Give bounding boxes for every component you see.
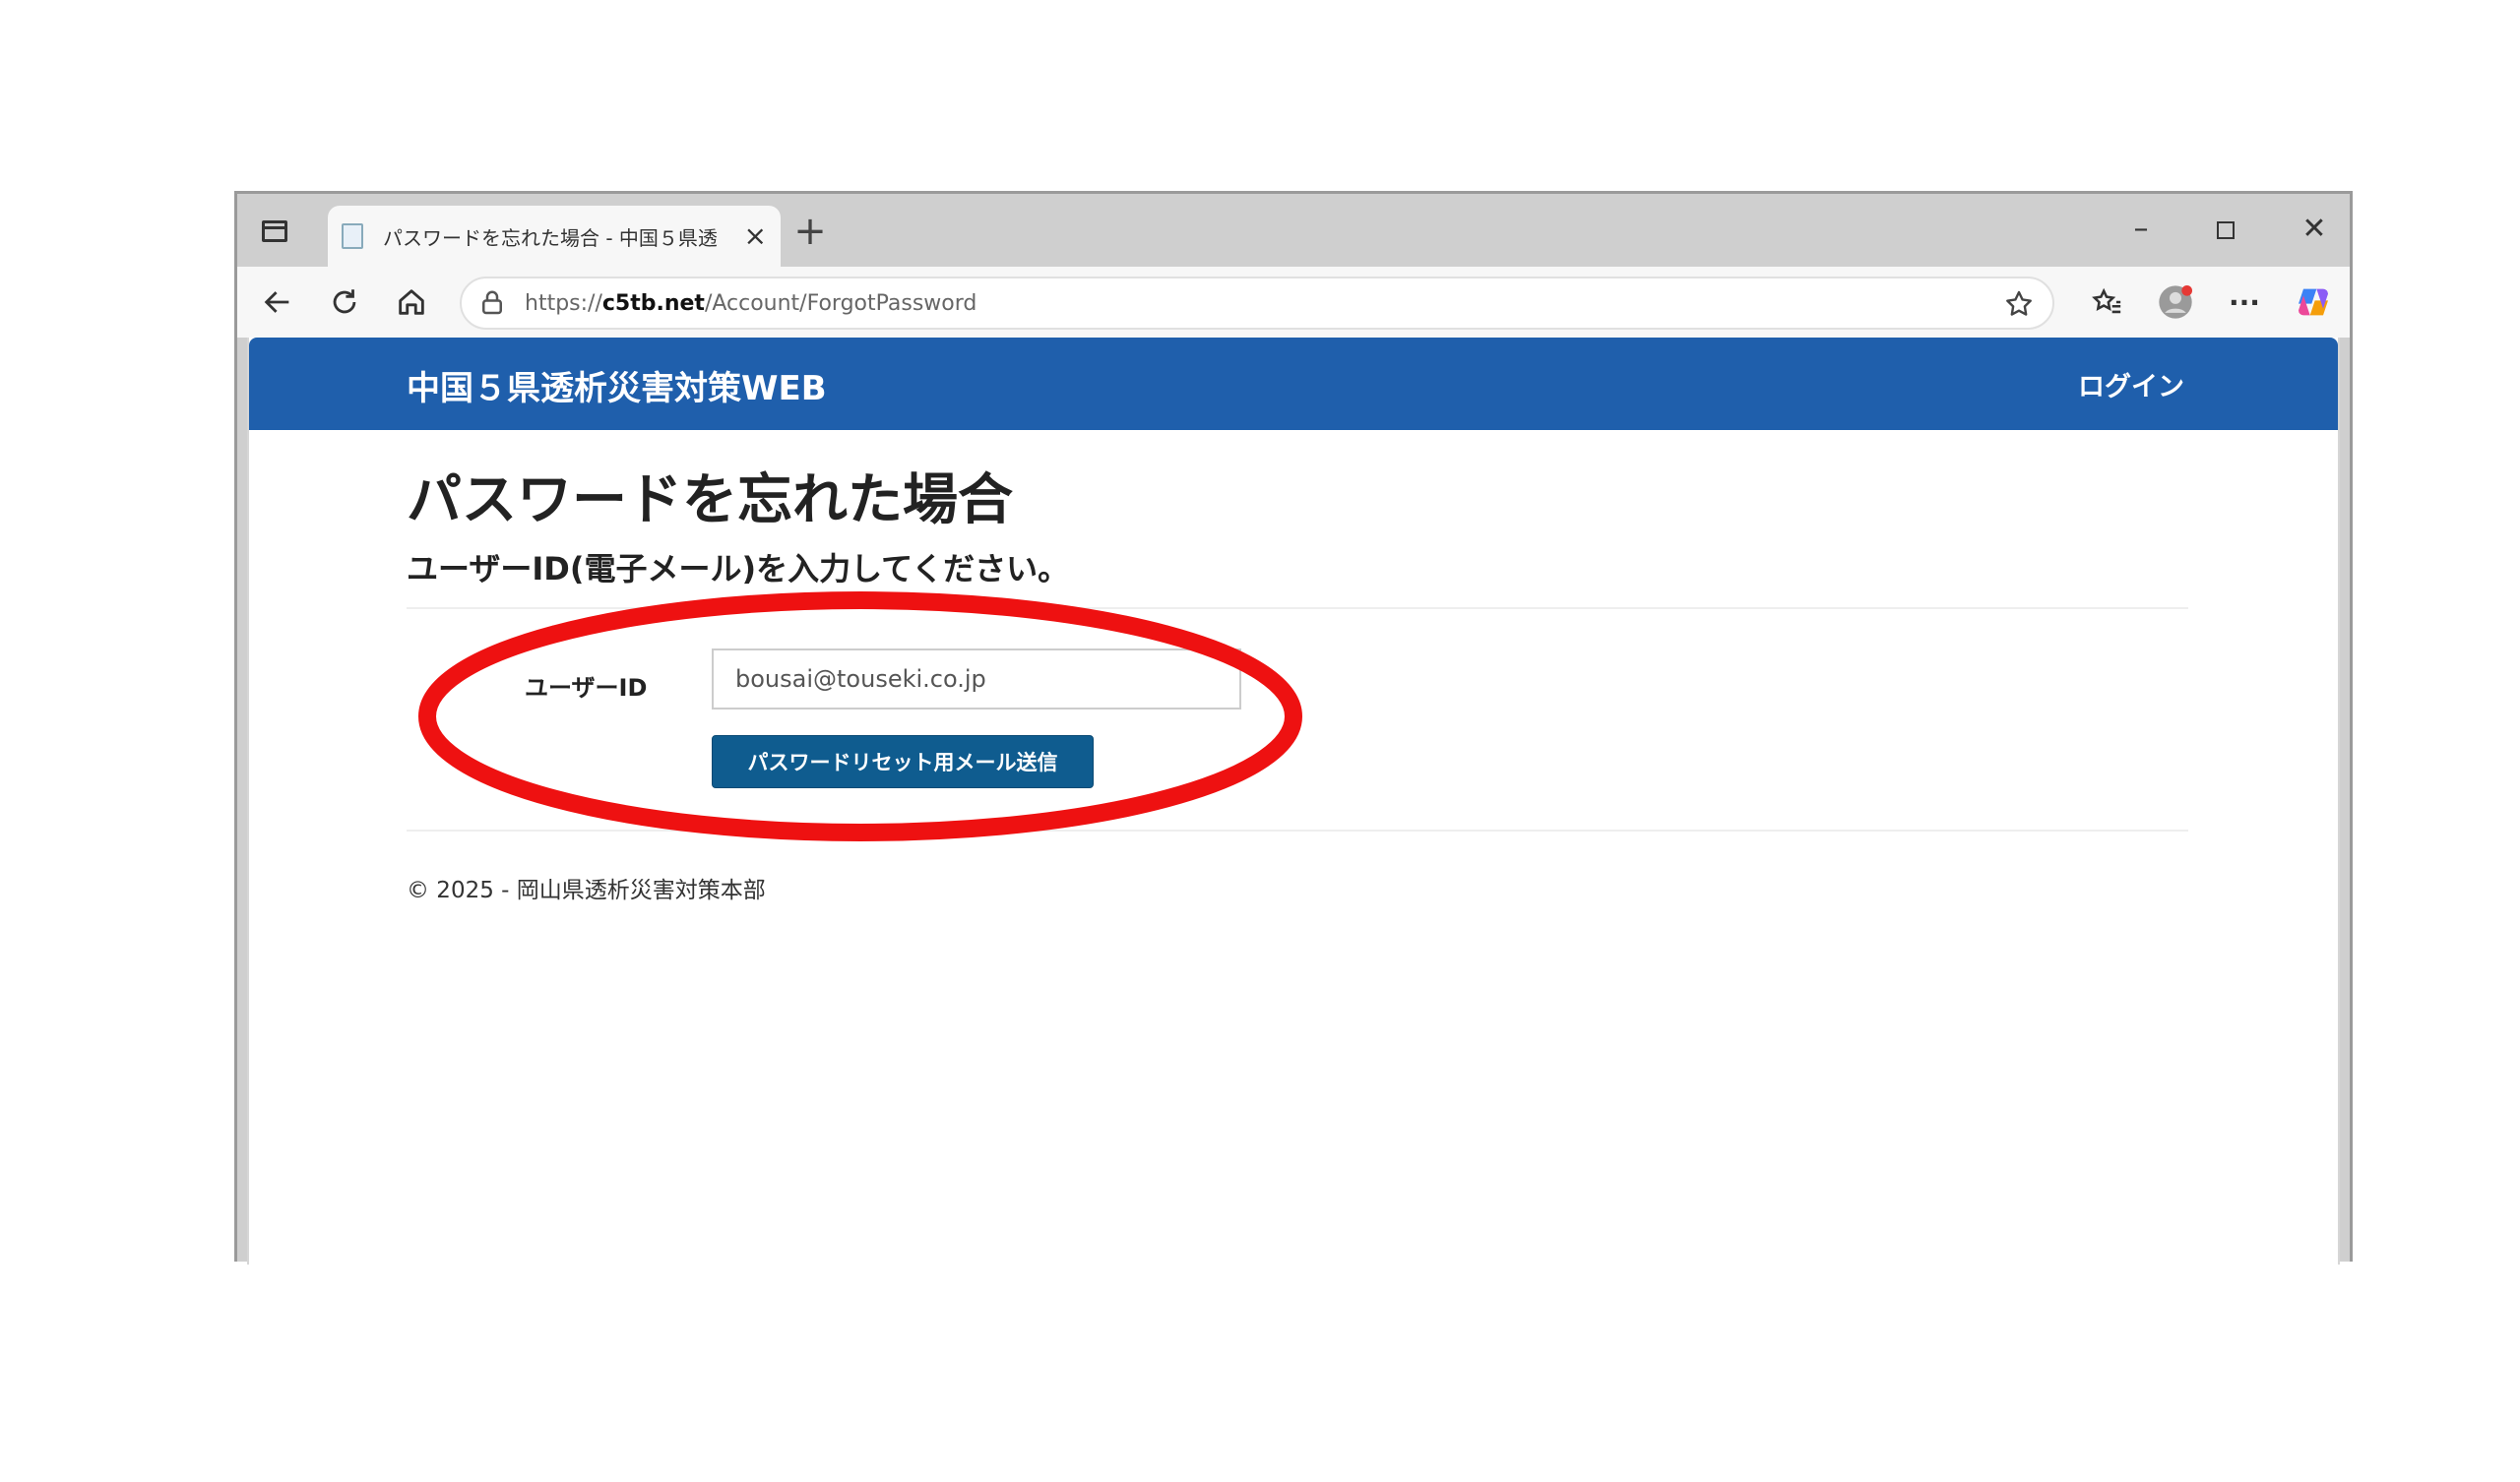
favorites-icon [2092, 287, 2121, 314]
back-button[interactable] [255, 280, 300, 324]
page-subtitle: ユーザーID(電子メール)を入力してください。 [407, 550, 1070, 587]
url-text: https://c5tb.net/Account/ForgotPassword [525, 290, 977, 316]
tab-strip: パスワードを忘れた場合 - 中国５県透 × + – ✕ [237, 194, 2350, 267]
favorites-button[interactable] [2082, 278, 2131, 326]
favorite-star-icon[interactable] [2003, 288, 2035, 320]
back-arrow-icon [264, 291, 289, 313]
browser-window: パスワードを忘れた場合 - 中国５県透 × + – ✕ https://c5tb… [234, 191, 2353, 1265]
user-id-input[interactable] [712, 648, 1241, 710]
new-tab-button[interactable]: + [788, 210, 832, 253]
address-bar[interactable]: https://c5tb.net/Account/ForgotPassword [460, 277, 2054, 330]
page-title: パスワードを忘れた場合 [407, 468, 1013, 532]
window-maximize-button[interactable] [2196, 208, 2255, 251]
login-link[interactable]: ログイン [2078, 365, 2184, 403]
user-id-label: ユーザーID [525, 674, 648, 702]
home-icon [399, 289, 424, 315]
web-page: 中国５県透析災害対策WEB ログイン パスワードを忘れた場合 ユーザーID(電子… [247, 338, 2340, 1265]
maximize-icon [2217, 220, 2235, 239]
page-favicon-icon [342, 223, 363, 249]
footer-copyright: © 2025 - 岡山県透析災害対策本部 [407, 878, 766, 903]
copilot-icon [2299, 288, 2328, 316]
lock-icon[interactable] [477, 288, 507, 318]
site-brand-link[interactable]: 中国５県透析災害対策WEB [407, 361, 827, 409]
tab-actions-button[interactable] [251, 210, 298, 253]
divider [407, 830, 2188, 832]
send-reset-email-button[interactable]: パスワードリセット用メール送信 [712, 735, 1094, 788]
site-header: 中国５県透析災害対策WEB ログイン [249, 338, 2338, 430]
profile-avatar-icon [2159, 285, 2192, 319]
tab-close-icon[interactable]: × [744, 222, 767, 250]
refresh-button[interactable] [322, 280, 367, 324]
copilot-button[interactable] [2289, 278, 2338, 326]
tab-title: パスワードを忘れた場合 - 中国５県透 [383, 225, 718, 250]
window-minimize-button[interactable]: – [2111, 208, 2171, 251]
tab-forgot-password[interactable]: パスワードを忘れた場合 - 中国５県透 × [328, 206, 781, 267]
home-button[interactable] [389, 280, 434, 324]
navigation-bar: https://c5tb.net/Account/ForgotPassword … [237, 267, 2350, 338]
more-menu-button[interactable]: ··· [2220, 278, 2269, 326]
tab-actions-icon [262, 220, 287, 242]
refresh-icon [333, 289, 356, 314]
divider [407, 607, 2188, 609]
window-close-button[interactable]: ✕ [2285, 208, 2344, 251]
profile-button[interactable] [2151, 278, 2200, 326]
